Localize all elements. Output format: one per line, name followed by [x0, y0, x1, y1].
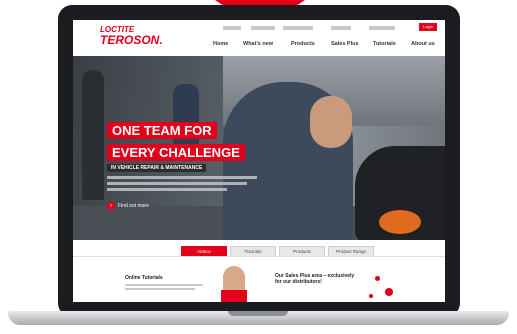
decorative-dot [369, 294, 373, 298]
hero-subheadline: IN VEHICLE REPAIR & MAINTENANCE [107, 164, 207, 172]
utility-link[interactable] [223, 26, 241, 30]
nav-tutorials[interactable]: Tutorials [373, 41, 396, 47]
hero-headline-line2: EVERY CHALLENGE [107, 144, 245, 161]
teaser-text [125, 284, 203, 286]
presenter-avatar [221, 266, 247, 302]
logo-line2: TEROSON. [100, 33, 163, 47]
hero-body-text [107, 188, 227, 191]
arrow-right-icon: › [107, 202, 115, 210]
site-header: LOCTITE TEROSON. Login Home What's new P… [73, 20, 445, 56]
decorative-dot [375, 276, 380, 281]
utility-link[interactable] [251, 26, 275, 30]
polishing-buffer [379, 210, 421, 234]
hero-headline-line1: ONE TEAM FOR [107, 122, 217, 139]
utility-link[interactable] [283, 26, 313, 30]
browser-viewport: LOCTITE TEROSON. Login Home What's new P… [73, 20, 445, 302]
login-button[interactable]: Login [419, 23, 437, 31]
nav-products[interactable]: Products [291, 41, 315, 47]
divider [73, 256, 445, 257]
nav-whats-new[interactable]: What's new [243, 41, 273, 47]
laptop-notch [228, 311, 288, 316]
brand-logo[interactable]: LOCTITE TEROSON. [100, 26, 163, 47]
presenter-shirt [221, 290, 247, 302]
teaser-online-tutorials-title[interactable]: Online Tutorials [125, 275, 205, 281]
utility-link[interactable] [331, 26, 351, 30]
nav-sales-plus[interactable]: Sales Plus [331, 41, 359, 47]
hero-cta[interactable]: › Find out more [107, 202, 149, 210]
decorative-dot [385, 288, 393, 296]
teaser-sales-plus-title[interactable]: Our Sales Plus area – exclusively for ou… [275, 273, 355, 286]
utility-link[interactable] [369, 26, 395, 30]
hero-body-text [107, 176, 257, 179]
hero-banner: ONE TEAM FOR EVERY CHALLENGE IN VEHICLE … [73, 56, 445, 240]
worker-figure [82, 70, 104, 200]
nav-home[interactable]: Home [213, 41, 228, 47]
teaser-text [125, 288, 195, 290]
nav-about-us[interactable]: About us [411, 41, 435, 47]
mechanic-head [310, 96, 352, 148]
hero-body-text [107, 182, 247, 185]
hero-cta-label: Find out more [118, 203, 149, 209]
